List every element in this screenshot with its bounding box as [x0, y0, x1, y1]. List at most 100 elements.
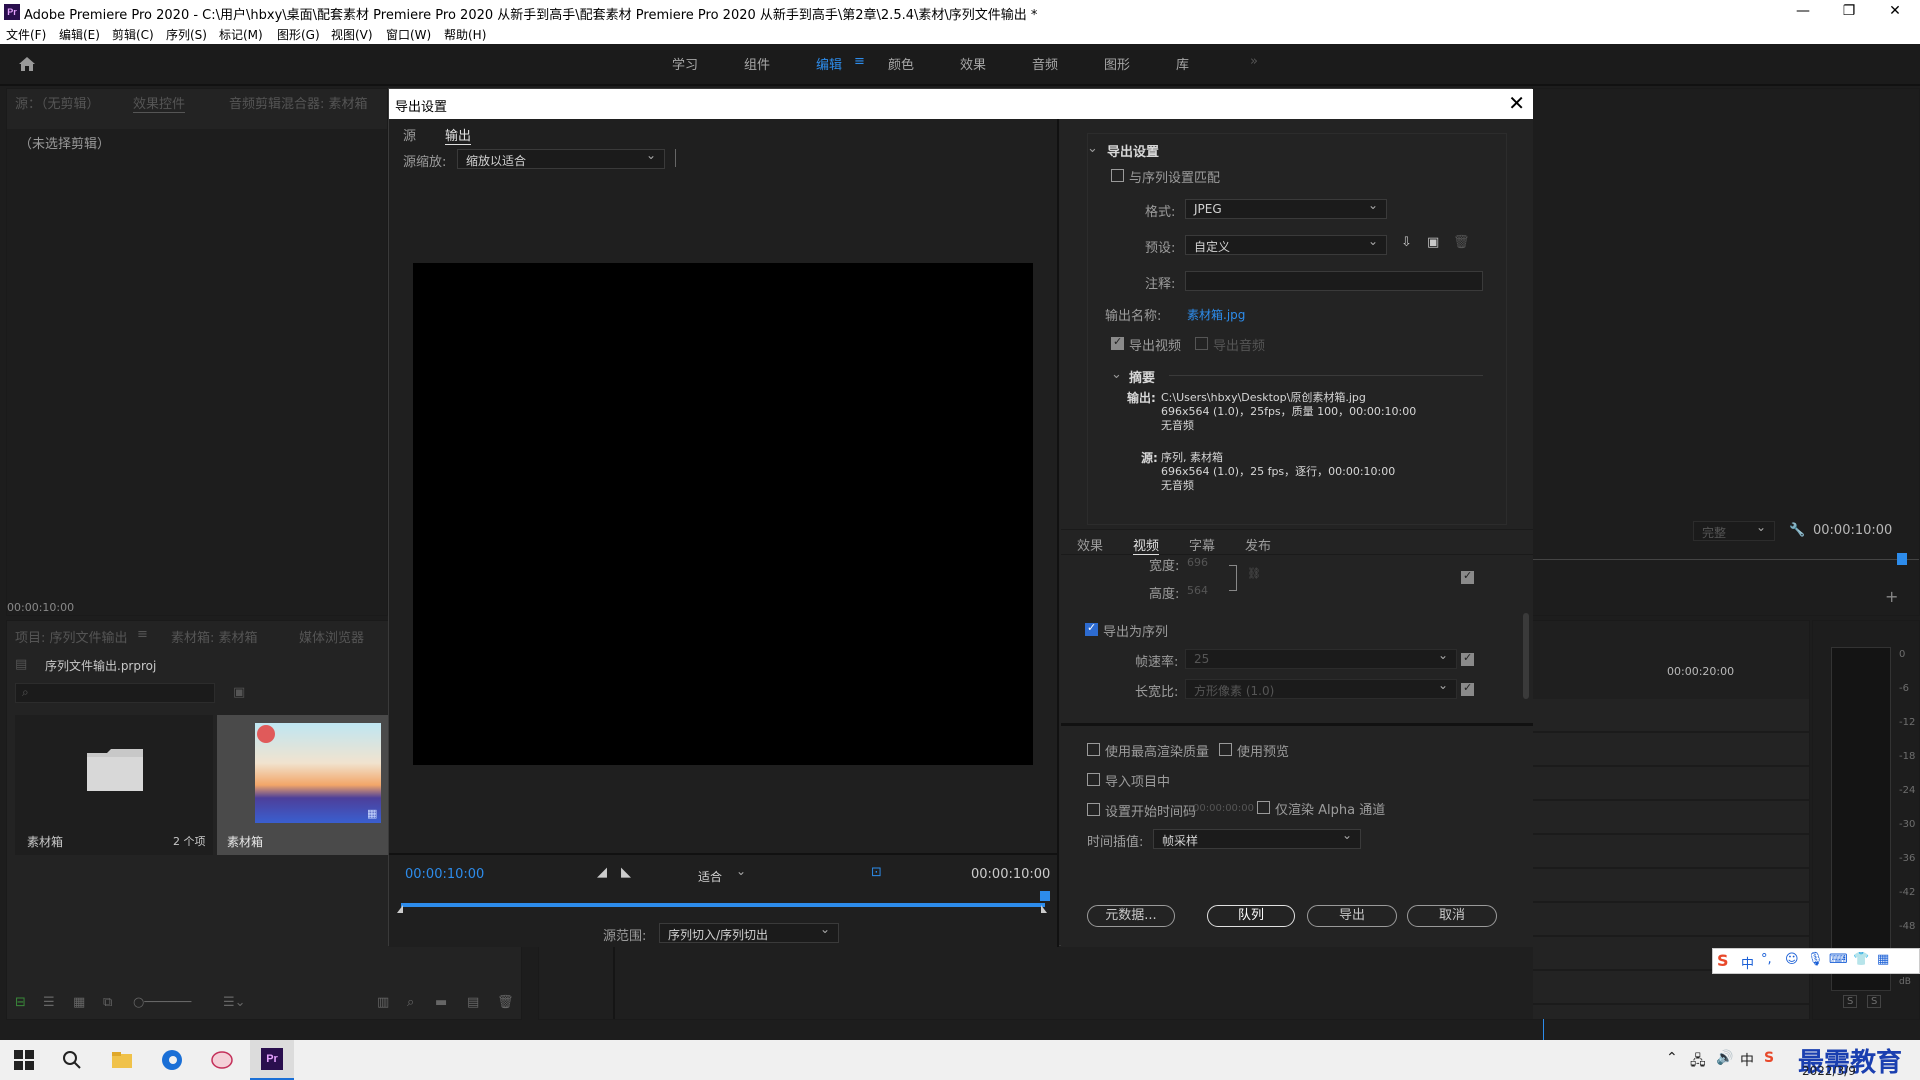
link-dimensions-icon[interactable]: ⛓ — [1247, 567, 1261, 580]
time-interp-select[interactable]: 帧采样 — [1153, 828, 1361, 849]
freeform-view-icon[interactable]: ⧉ — [103, 995, 112, 1010]
edge-browser-icon[interactable] — [160, 1048, 184, 1072]
close-window-button[interactable]: ✕ — [1872, 0, 1918, 24]
comment-input[interactable] — [1185, 271, 1483, 291]
menu-sequence[interactable]: 序列(S) — [166, 26, 207, 43]
width-value[interactable]: 696 — [1187, 557, 1208, 569]
delete-preset-icon[interactable]: 🗑 — [1453, 235, 1470, 250]
tray-sogou-icon[interactable]: S — [1764, 1050, 1774, 1066]
new-bin-icon[interactable]: ▬ — [435, 995, 447, 1010]
workspace-learn[interactable]: 学习 — [672, 54, 698, 73]
project-search-input[interactable]: ⌕ — [15, 683, 215, 703]
import-preset-icon[interactable]: ▣ — [1427, 235, 1439, 250]
clip-thumbnail[interactable]: ▦ 素材箱 — [217, 715, 393, 855]
maximize-button[interactable]: ❐ — [1826, 0, 1872, 24]
workspace-editing[interactable]: 编辑 — [816, 54, 842, 73]
match-sequence-checkbox[interactable] — [1111, 169, 1124, 182]
tab-bin[interactable]: 素材箱: 素材箱 — [171, 627, 258, 646]
use-preview-checkbox[interactable] — [1219, 743, 1232, 756]
find-icon[interactable]: ⌕ — [407, 995, 414, 1010]
video-settings-scroll[interactable]: 宽度: 696 高度: 564 ⛓ 导出为序列 帧速率: 25 长宽比: 方形像… — [1061, 557, 1533, 721]
menu-marker[interactable]: 标记(M) — [219, 26, 263, 43]
tab-dialog-output[interactable]: 输出 — [445, 125, 472, 145]
minimize-button[interactable]: — — [1780, 0, 1826, 24]
match-frame-rate-checkbox[interactable] — [1461, 651, 1474, 666]
file-explorer-icon[interactable] — [110, 1048, 134, 1072]
dialog-close-button[interactable]: ✕ — [1508, 91, 1525, 115]
wrench-icon[interactable]: 🔧 — [1789, 523, 1805, 538]
menu-file[interactable]: 文件(F) — [6, 26, 46, 43]
source-range-select[interactable]: 序列切入/序列切出 — [659, 922, 839, 943]
home-icon[interactable] — [18, 56, 36, 72]
paint-app-icon[interactable] — [210, 1048, 234, 1072]
tab-captions[interactable]: 字幕 — [1189, 535, 1215, 554]
playhead-marker-icon[interactable] — [1040, 891, 1050, 901]
aspect-select[interactable]: 方形像素 (1.0) — [1185, 678, 1457, 699]
workspace-libraries[interactable]: 库 — [1176, 54, 1189, 73]
export-as-sequence-checkbox[interactable] — [1085, 621, 1098, 636]
tab-media-browser[interactable]: 媒体浏览器 — [299, 627, 364, 646]
tray-ime-icon[interactable]: 中 — [1740, 1050, 1754, 1070]
trash-icon[interactable]: 🗑 — [497, 995, 514, 1010]
export-audio-checkbox[interactable] — [1195, 337, 1208, 350]
ime-skin-icon[interactable]: 👕 — [1853, 952, 1869, 967]
workspace-more-icon[interactable]: » — [1250, 54, 1258, 69]
tab-project-menu-icon[interactable]: ≡ — [137, 627, 148, 642]
settings-scrollbar[interactable] — [1523, 613, 1529, 699]
alpha-only-checkbox[interactable] — [1257, 801, 1270, 814]
height-value[interactable]: 564 — [1187, 584, 1208, 597]
fit-select[interactable]: 适合 — [689, 864, 755, 885]
tab-video[interactable]: 视频 — [1133, 535, 1160, 555]
source-scale-select[interactable]: 缩放以适合 — [457, 148, 665, 169]
list-view-icon[interactable]: ☰ — [43, 995, 55, 1010]
set-start-tc-checkbox[interactable] — [1087, 803, 1100, 816]
menu-edit[interactable]: 编辑(E) — [59, 26, 100, 43]
sogou-logo-icon[interactable]: S — [1717, 951, 1729, 970]
metadata-button[interactable]: 元数据... — [1087, 905, 1175, 927]
workspace-audio[interactable]: 音频 — [1032, 54, 1058, 73]
new-search-bin-icon[interactable]: ▣ — [233, 685, 245, 700]
preview-timecode-current[interactable]: 00:00:10:00 — [405, 867, 484, 882]
format-select[interactable]: JPEG — [1185, 198, 1387, 219]
zoom-slider[interactable]: ○────── — [133, 995, 191, 1010]
set-in-point-icon[interactable]: ◢ — [597, 865, 607, 880]
menu-window[interactable]: 窗口(W) — [386, 26, 431, 43]
windows-start-icon[interactable] — [12, 1048, 36, 1072]
set-out-point-icon[interactable]: ◣ — [621, 865, 631, 880]
menu-clip[interactable]: 剪辑(C) — [112, 26, 154, 43]
new-item-icon[interactable]: ▤ — [467, 995, 479, 1010]
premiere-taskbar-button[interactable]: Pr — [250, 1040, 294, 1080]
workspace-effects[interactable]: 效果 — [960, 54, 986, 73]
automate-icon[interactable]: ▥ — [377, 995, 389, 1010]
tray-chevron-icon[interactable]: ⌃ — [1666, 1050, 1678, 1066]
ime-toolbox-icon[interactable]: ▦ — [1877, 952, 1889, 967]
export-video-checkbox[interactable] — [1111, 335, 1124, 350]
program-resolution-select[interactable]: 完整 — [1693, 520, 1775, 541]
import-project-checkbox[interactable] — [1087, 773, 1100, 786]
menu-help[interactable]: 帮助(H) — [444, 26, 486, 43]
preset-select[interactable]: 自定义 — [1185, 234, 1387, 255]
collapse-summary-icon[interactable]: ⌄ — [1111, 367, 1122, 382]
sort-icon[interactable]: ☰⌄ — [223, 995, 246, 1010]
program-playhead[interactable] — [1897, 553, 1907, 565]
workspace-graphics[interactable]: 图形 — [1104, 54, 1130, 73]
add-button-icon[interactable]: + — [1885, 587, 1898, 606]
solo-right-button[interactable]: S — [1867, 995, 1882, 1008]
lock-icon[interactable]: ⊟ — [15, 995, 26, 1010]
frame-rate-select[interactable]: 25 — [1185, 648, 1457, 669]
bin-thumbnail[interactable]: 素材箱 2 个项 — [15, 715, 213, 855]
collapse-export-icon[interactable]: ⌄ — [1087, 141, 1098, 156]
menu-view[interactable]: 视图(V) — [331, 26, 373, 43]
tab-project[interactable]: 项目: 序列文件输出 — [15, 627, 128, 646]
start-tc-value[interactable]: 00:00:00:00 — [1193, 803, 1254, 814]
queue-button[interactable]: 队列 — [1207, 905, 1295, 927]
ime-keyboard-icon[interactable]: ⌨ — [1829, 952, 1848, 967]
tab-effects[interactable]: 效果 — [1077, 535, 1103, 554]
workspace-color[interactable]: 颜色 — [888, 54, 914, 73]
tab-source[interactable]: 源：（无剪辑） — [15, 93, 100, 112]
tab-effect-controls[interactable]: 效果控件 — [133, 93, 186, 113]
tray-network-icon[interactable]: 🖧 — [1690, 1050, 1706, 1074]
match-aspect-checkbox[interactable] — [1461, 681, 1474, 696]
aspect-toggle-icon[interactable]: ⊡ — [871, 865, 882, 880]
out-point-marker-icon[interactable] — [1041, 905, 1047, 913]
